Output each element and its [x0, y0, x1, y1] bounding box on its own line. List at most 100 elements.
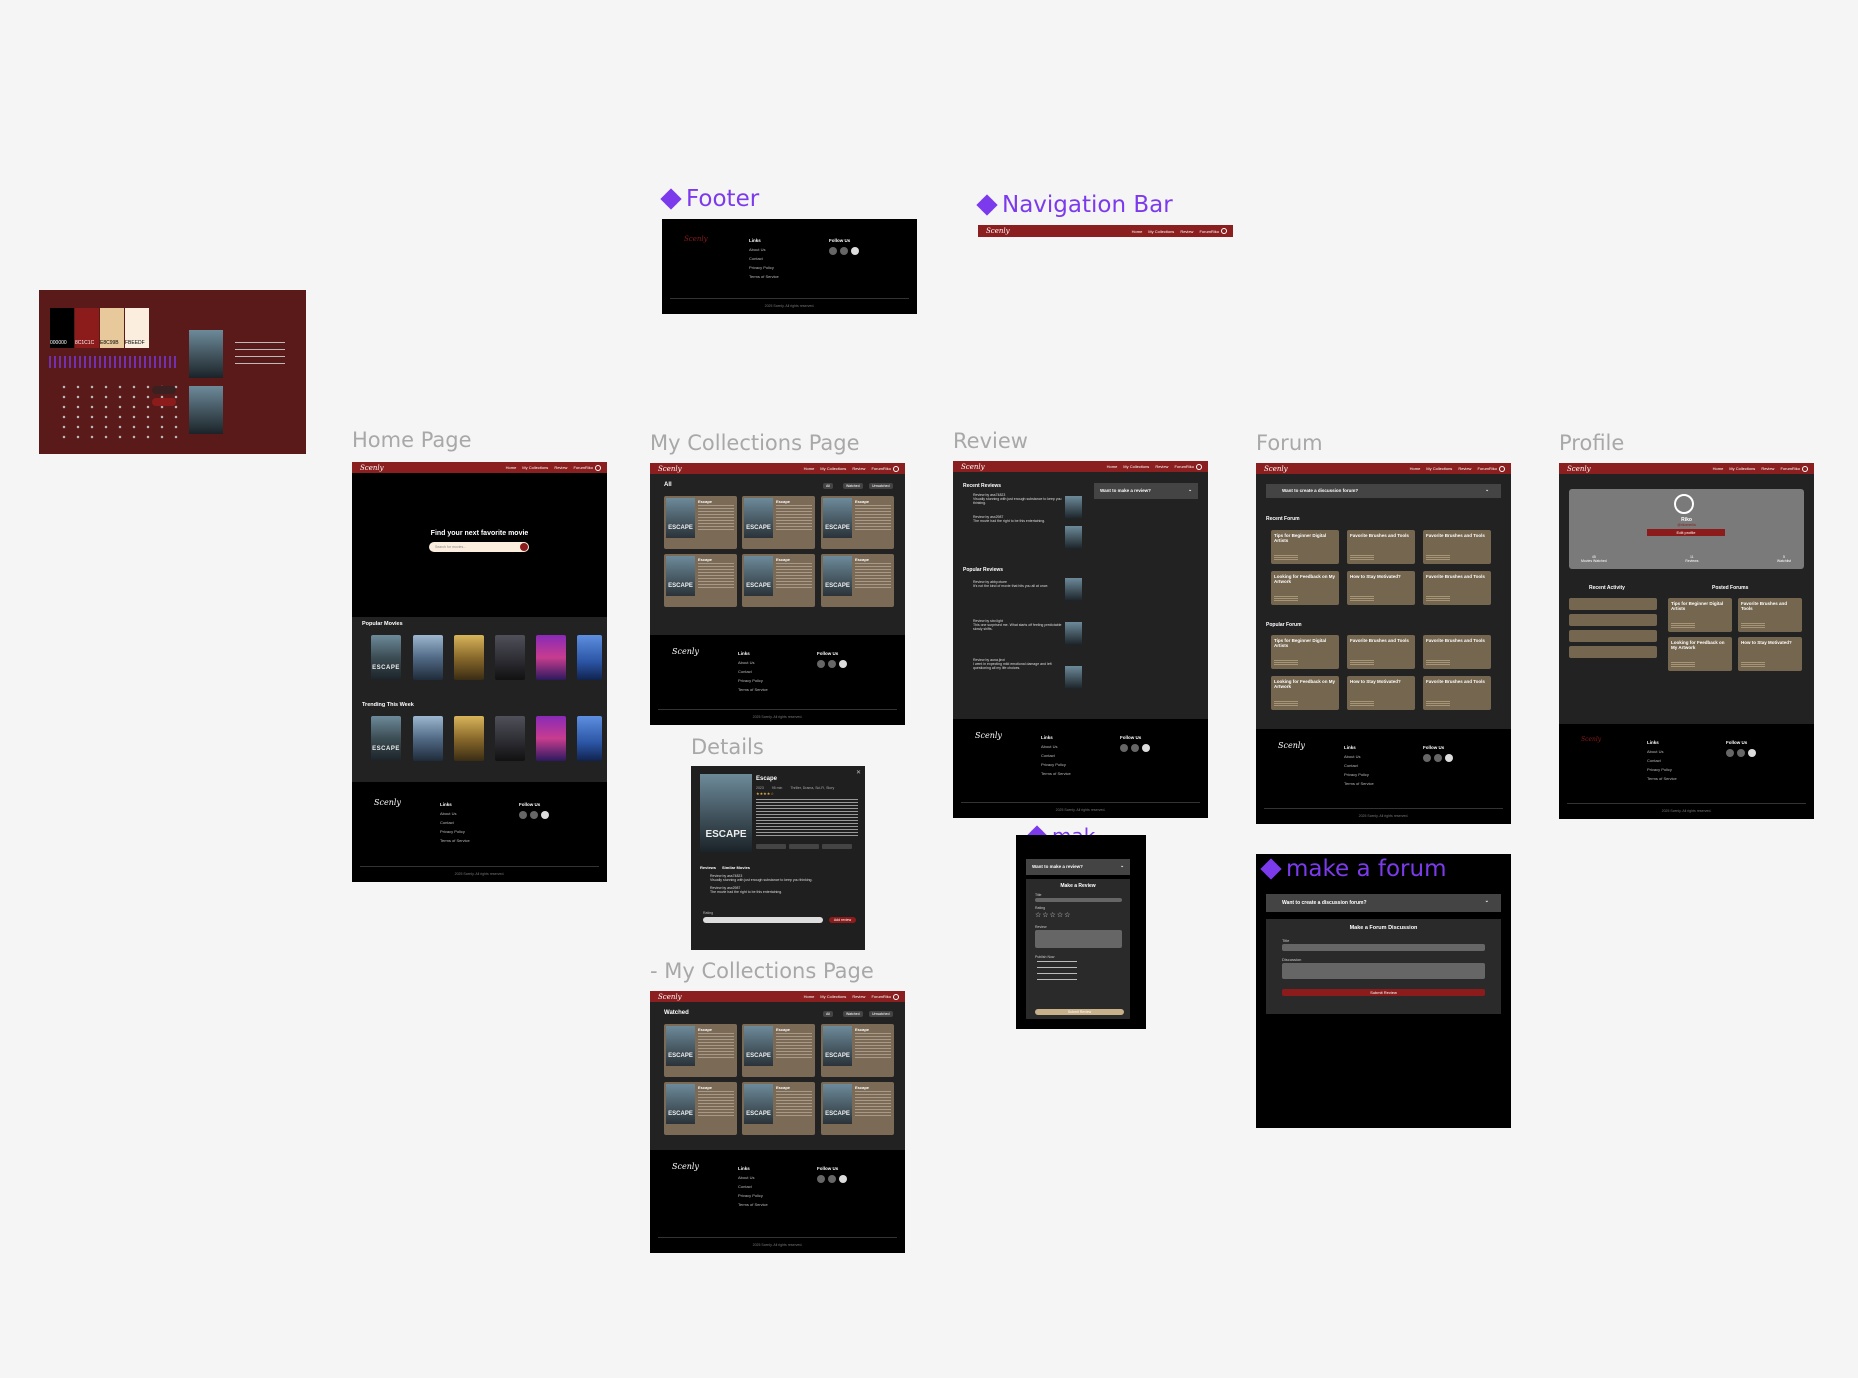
logo[interactable]: Scenly	[1264, 465, 1288, 473]
nav-home[interactable]: Home	[1713, 466, 1724, 471]
edit-profile-button[interactable]: Edit profile	[1647, 529, 1725, 536]
mark-watched-button[interactable]	[789, 844, 819, 849]
footer-link[interactable]: Terms of Service	[1647, 776, 1677, 781]
nav-collections[interactable]: My Collections	[820, 994, 846, 999]
filter-all[interactable]: All	[823, 483, 833, 489]
facebook-icon[interactable]	[1120, 744, 1128, 752]
watched-button-sample[interactable]	[152, 386, 176, 394]
x-icon[interactable]	[839, 1175, 847, 1183]
movie-poster[interactable]	[536, 635, 566, 680]
forum-card[interactable]: Favorite Brushes and Tools	[1347, 530, 1415, 564]
collection-card[interactable]: ESCAPE Escape	[664, 1024, 737, 1077]
forum-card[interactable]: How to Stay Motivated?	[1347, 571, 1415, 605]
user-icon[interactable]	[1221, 228, 1227, 234]
x-icon[interactable]	[839, 660, 847, 668]
footer-link[interactable]: Contact	[749, 256, 779, 261]
footer-link[interactable]: Contact	[1647, 758, 1677, 763]
footer-link[interactable]: Contact	[1344, 763, 1374, 768]
discussion-textarea[interactable]	[1282, 963, 1485, 979]
nav-forum[interactable]: Forum	[1477, 466, 1489, 471]
footer-link[interactable]: Terms of Service	[440, 838, 470, 843]
logo[interactable]: Scenly	[374, 798, 401, 807]
nav-home[interactable]: Home	[506, 465, 517, 470]
facebook-icon[interactable]	[1423, 754, 1431, 762]
forum-card[interactable]: How to Stay Motivated?	[1347, 676, 1415, 710]
watched-button-sample[interactable]	[152, 398, 176, 406]
nav-forum[interactable]: Forum	[1174, 464, 1186, 469]
nav-review[interactable]: Review	[852, 994, 865, 999]
submit-review-button[interactable]: Submit Review	[1035, 1009, 1124, 1015]
user-name[interactable]: Riko	[1489, 466, 1497, 471]
forum-card[interactable]: Tips for Beginner Digital Artists	[1271, 635, 1339, 669]
nav-home[interactable]: Home	[804, 466, 815, 471]
user-name[interactable]: Riko	[883, 466, 891, 471]
logo[interactable]: Scenly	[1278, 741, 1305, 750]
logo[interactable]: Scenly	[961, 463, 985, 471]
facebook-icon[interactable]	[817, 660, 825, 668]
write-review-button[interactable]	[822, 844, 852, 849]
x-icon[interactable]	[1445, 754, 1453, 762]
nav-collections[interactable]: My Collections	[522, 465, 548, 470]
collection-card[interactable]: ESCAPE Escape	[742, 1082, 815, 1135]
footer-link[interactable]: Terms of Service	[1344, 781, 1374, 786]
nav-forum[interactable]: Forum	[1199, 229, 1211, 234]
movie-poster[interactable]	[454, 716, 484, 761]
forum-card[interactable]: Looking for Feedback on My Artwork	[1271, 571, 1339, 605]
review-input[interactable]	[703, 917, 823, 923]
review-textarea[interactable]	[1035, 930, 1122, 948]
collection-card[interactable]: ESCAPE Escape	[664, 496, 737, 549]
nav-forum[interactable]: Forum	[871, 994, 883, 999]
footer-link[interactable]: About Us	[1041, 744, 1071, 749]
movie-poster[interactable]	[536, 716, 566, 761]
collection-card[interactable]: ESCAPE Escape	[742, 1024, 815, 1077]
create-forum-dropdown[interactable]: Want to create a discussion forum? ⌄	[1266, 894, 1501, 912]
nav-collections[interactable]: My Collections	[1729, 466, 1755, 471]
user-icon[interactable]	[1802, 465, 1808, 472]
forum-card[interactable]: Favorite Brushes and Tools	[1423, 635, 1491, 669]
nav-review[interactable]: Review	[1761, 466, 1774, 471]
forum-title-input[interactable]	[1282, 944, 1485, 951]
collection-card[interactable]: ESCAPE Escape	[664, 554, 737, 607]
movie-poster[interactable]	[577, 635, 602, 680]
forum-card[interactable]: Looking for Feedback on My Artwork	[1271, 676, 1339, 710]
filter-unwatched[interactable]: Unwatched	[869, 1011, 893, 1017]
collection-card[interactable]: ESCAPE Escape	[821, 1024, 894, 1077]
collection-card[interactable]: ESCAPE Escape	[664, 1082, 737, 1135]
forum-card[interactable]: Favorite Brushes and Tools	[1423, 676, 1491, 710]
nav-home[interactable]: Home	[1132, 229, 1143, 234]
footer-link[interactable]: Privacy Policy	[1647, 767, 1677, 772]
instagram-icon[interactable]	[530, 811, 538, 819]
filter-watched[interactable]: Watched	[843, 1011, 863, 1017]
tab-similar[interactable]: Similar Movies	[722, 865, 750, 870]
facebook-icon[interactable]	[829, 247, 837, 255]
nav-home[interactable]: Home	[1107, 464, 1118, 469]
footer-link[interactable]: Contact	[440, 820, 470, 825]
filter-watched[interactable]: Watched	[843, 483, 863, 489]
facebook-icon[interactable]	[817, 1175, 825, 1183]
footer-link[interactable]: Contact	[738, 1184, 768, 1189]
add-to-watchlist-button[interactable]	[756, 844, 786, 849]
movie-poster[interactable]: ESCAPE	[371, 635, 401, 680]
facebook-icon[interactable]	[1726, 749, 1734, 757]
user-name[interactable]: Riko	[1186, 464, 1194, 469]
movie-poster[interactable]	[454, 635, 484, 680]
user-name[interactable]: Riko	[585, 465, 593, 470]
x-icon[interactable]	[1748, 749, 1756, 757]
footer-link[interactable]: Privacy Policy	[1041, 762, 1071, 767]
collection-card[interactable]: ESCAPE Escape	[821, 554, 894, 607]
logo[interactable]: Scenly	[658, 993, 682, 1001]
filter-unwatched[interactable]: Unwatched	[869, 483, 893, 489]
footer-link[interactable]: Privacy Policy	[738, 678, 768, 683]
instagram-icon[interactable]	[1737, 749, 1745, 757]
logo[interactable]: Scenly	[672, 647, 699, 656]
collection-card[interactable]: ESCAPE Escape	[821, 1082, 894, 1135]
submit-forum-button[interactable]: Submit Review	[1282, 989, 1485, 996]
activity-item[interactable]	[1569, 646, 1657, 658]
footer-link[interactable]: About Us	[440, 811, 470, 816]
posted-forum-card[interactable]: Favorite Brushes and Tools	[1738, 598, 1802, 632]
movie-poster[interactable]: ESCAPE	[371, 716, 401, 761]
create-forum-dropdown[interactable]: Want to create a discussion forum? ⌄	[1266, 484, 1501, 498]
footer-link[interactable]: About Us	[1647, 749, 1677, 754]
tab-reviews[interactable]: Reviews	[700, 865, 716, 870]
x-icon[interactable]	[851, 247, 859, 255]
